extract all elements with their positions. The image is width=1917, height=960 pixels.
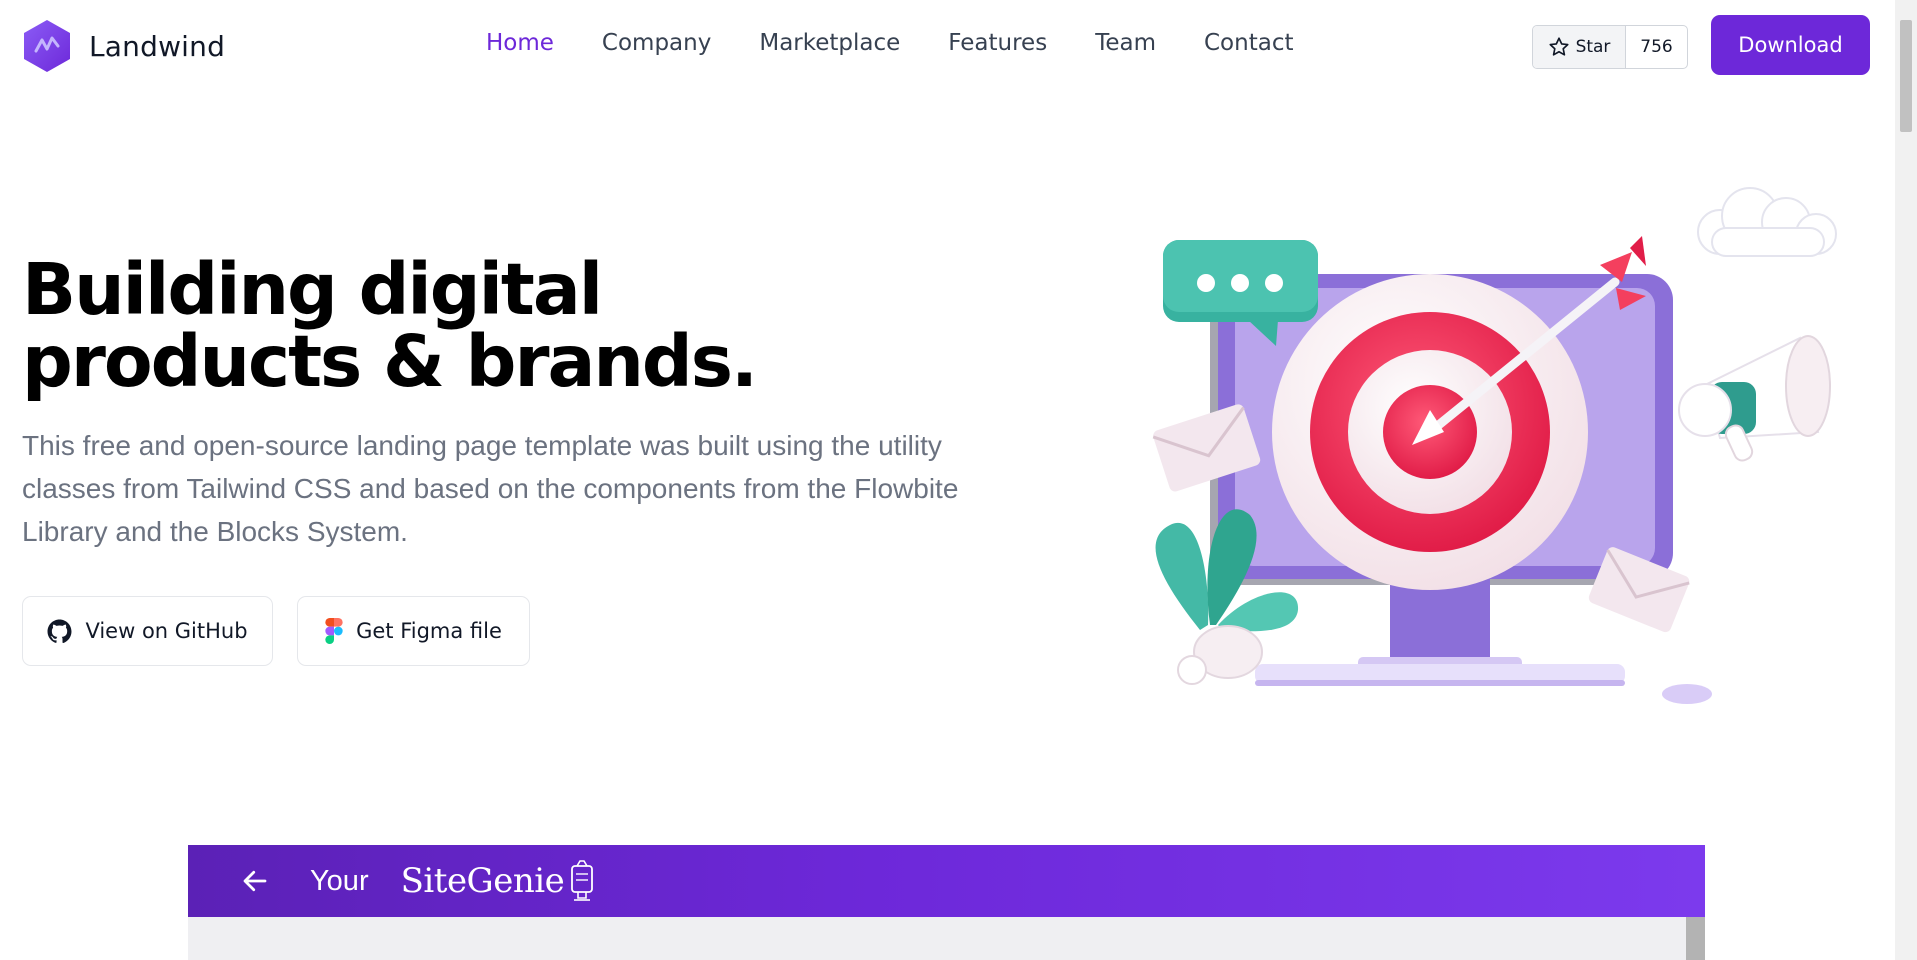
embedded-scrollbar[interactable] [1686,917,1705,960]
lamp-icon [571,860,594,901]
hero-description: This free and open-source landing page t… [22,430,959,547]
main-nav: Home Company Marketplace Features Team C… [486,30,1341,56]
hero-title: Building digital products & brands. [22,254,842,398]
nav-features[interactable]: Features [948,30,1047,56]
figma-icon [325,618,343,644]
nav-home[interactable]: Home [486,30,554,56]
sitegenie-banner: Your SiteGenie [188,845,1705,917]
scrollbar-thumb[interactable] [1900,20,1912,132]
page-scrollbar[interactable] [1895,0,1917,960]
nav-marketplace[interactable]: Marketplace [759,30,900,56]
nav-contact[interactable]: Contact [1204,30,1293,56]
nav-company[interactable]: Company [602,30,711,56]
hero-title-line-2: products & brands. [22,320,758,403]
view-on-github-button[interactable]: View on GitHub [22,596,273,666]
arrow-left-icon [243,870,267,892]
hero-title-line-1: Building digital [22,248,603,331]
figma-button-label: Get Figma file [356,619,502,643]
embedded-page-area [188,917,1705,960]
github-icon [47,619,72,643]
star-label: Star [1575,37,1611,57]
banner-brand: SiteGenie [400,861,565,901]
hero-illustration [1152,187,1837,704]
banner-your-label: Your [310,864,369,897]
brand-logo[interactable]: Landwind [22,18,225,74]
github-button-label: View on GitHub [85,619,248,643]
download-button[interactable]: Download [1711,15,1870,75]
star-icon [1549,37,1569,56]
star-button[interactable]: Star [1533,26,1626,68]
get-figma-file-button[interactable]: Get Figma file [297,596,530,666]
brand-name: Landwind [89,29,226,63]
star-count[interactable]: 756 [1626,26,1687,68]
cloud-shape [1697,187,1837,257]
logo-icon [24,20,70,72]
back-button[interactable] [240,866,270,896]
nav-team[interactable]: Team [1095,30,1156,56]
github-star-widget: Star 756 [1532,25,1688,69]
